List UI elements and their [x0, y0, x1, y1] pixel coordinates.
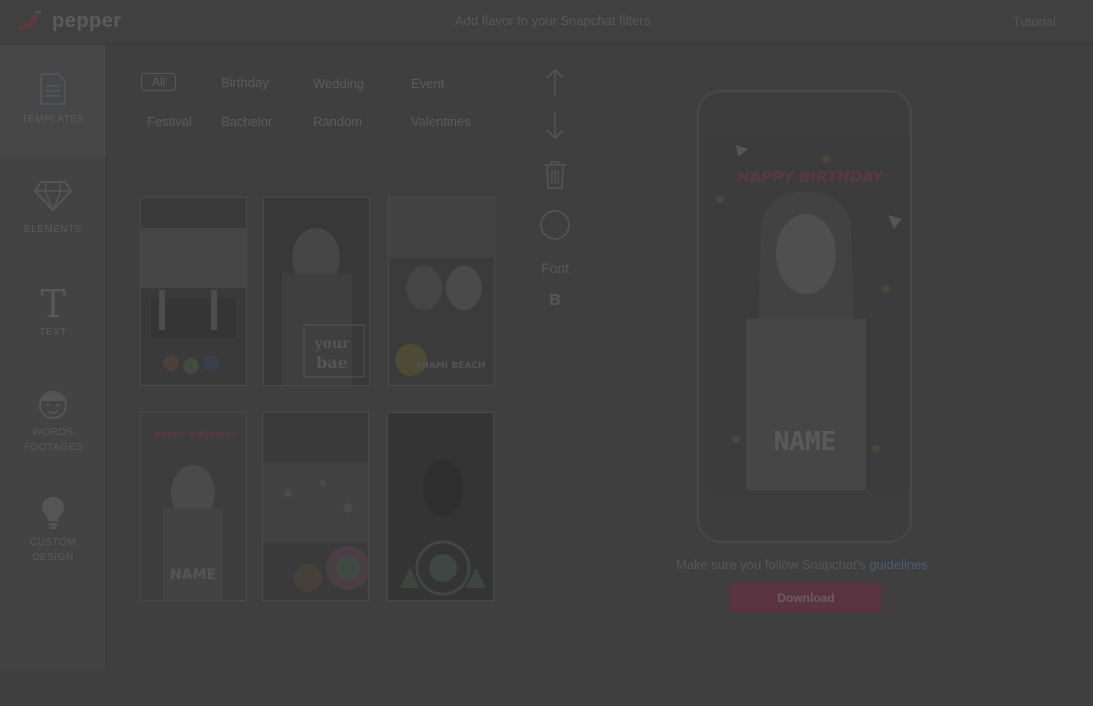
note-text: Make sure you follow Snapchat's — [676, 557, 870, 572]
template-thumbnail-2[interactable]: your bae — [263, 197, 370, 386]
template-thumbnail-5[interactable] — [262, 412, 369, 601]
sidebar-item-label: WORDS FOOTAGES — [24, 427, 83, 453]
move-down-button[interactable] — [530, 110, 580, 145]
category-event[interactable]: Event — [411, 76, 444, 91]
template-thumbnail-6[interactable] — [387, 412, 494, 601]
sidebar-item-text[interactable]: T TEXT — [0, 285, 106, 375]
sidebar-item-words-footages[interactable]: WORDS FOOTAGES — [0, 387, 106, 477]
preview-name-text: NAME — [774, 427, 837, 457]
bold-label: B — [549, 292, 561, 309]
svg-text:MIAMI BEACH: MIAMI BEACH — [417, 361, 486, 371]
sidebar-item-label: TEMPLATES — [21, 114, 85, 125]
category-filters: All Birthday Wedding Event Festival Bach… — [135, 70, 505, 140]
delete-button[interactable] — [530, 160, 580, 195]
template-thumbnail-1[interactable] — [140, 197, 247, 386]
guidelines-note: Make sure you follow Snapchat's guidelin… — [676, 557, 928, 572]
category-random[interactable]: Random — [313, 114, 362, 129]
arrow-up-icon — [546, 68, 564, 96]
category-festival[interactable]: Festival — [147, 114, 192, 129]
category-valentines[interactable]: Valentines — [411, 114, 471, 129]
category-bachelor[interactable]: Bachelor — [221, 114, 272, 129]
move-up-button[interactable] — [530, 68, 580, 103]
svg-text:your: your — [313, 336, 350, 352]
svg-text:HAPPY BIRTHDAY: HAPPY BIRTHDAY — [154, 431, 238, 441]
font-label: Font — [540, 260, 569, 276]
category-all[interactable]: All — [141, 73, 177, 91]
trash-icon — [544, 161, 566, 189]
category-wedding[interactable]: Wedding — [313, 76, 364, 91]
document-icon — [40, 73, 66, 105]
preview-image: HAPPY BIRTHDAY NAME — [706, 139, 905, 490]
face-icon — [39, 391, 67, 419]
bulb-icon — [42, 497, 64, 529]
bold-button[interactable]: B — [530, 292, 580, 310]
tagline: Add flavor to your Snapchat filters — [455, 13, 651, 28]
thumbnail-image: your bae — [264, 198, 369, 385]
arrow-down-icon — [546, 112, 564, 140]
guidelines-link[interactable]: guidelines — [869, 557, 928, 572]
color-picker-button[interactable] — [530, 209, 580, 246]
template-thumbnail-4[interactable]: HAPPY BIRTHDAY NAME — [140, 412, 247, 601]
tutorial-link[interactable]: Tutorial — [1013, 14, 1056, 29]
preview-headline: HAPPY BIRTHDAY — [737, 168, 885, 186]
template-thumbnail-3[interactable]: MIAMI BEACH — [388, 197, 495, 386]
svg-text:T: T — [40, 285, 65, 321]
sidebar-item-elements[interactable]: ELEMENTS — [0, 180, 106, 270]
diamond-icon — [33, 181, 73, 212]
sidebar-item-custom-design[interactable]: CUSTOM DESIGN — [0, 495, 106, 595]
thumbnail-image — [141, 198, 246, 385]
thumbnail-image: MIAMI BEACH — [389, 198, 494, 385]
thumbnail-image — [263, 413, 368, 600]
top-bar: pepper Add flavor to your Snapchat filte… — [0, 0, 1093, 45]
thumbnail-image: HAPPY BIRTHDAY NAME — [141, 413, 246, 600]
category-birthday[interactable]: Birthday — [221, 75, 269, 90]
brand-name: pepper — [52, 9, 122, 32]
sidebar-item-label: ELEMENTS — [24, 224, 82, 235]
sidebar-item-label: CUSTOM DESIGN — [29, 537, 77, 563]
pepper-icon — [17, 10, 42, 30]
download-button[interactable]: Download — [730, 583, 882, 613]
font-button[interactable]: Font — [530, 260, 580, 278]
svg-text:NAME: NAME — [170, 567, 216, 583]
svg-text:bae: bae — [316, 353, 348, 372]
sidebar-item-label: TEXT — [39, 327, 67, 338]
sidebar-item-templates[interactable]: TEMPLATES — [0, 45, 106, 155]
text-icon: T — [40, 285, 65, 321]
logo[interactable]: pepper — [16, 6, 122, 36]
sidebar: TEMPLATES ELEMENTS T TEXT WORDS FOOTAGES… — [0, 45, 107, 670]
filter-preview-canvas[interactable]: HAPPY BIRTHDAY NAME — [706, 139, 905, 490]
circle-icon — [540, 210, 570, 240]
thumbnail-image — [388, 413, 493, 600]
